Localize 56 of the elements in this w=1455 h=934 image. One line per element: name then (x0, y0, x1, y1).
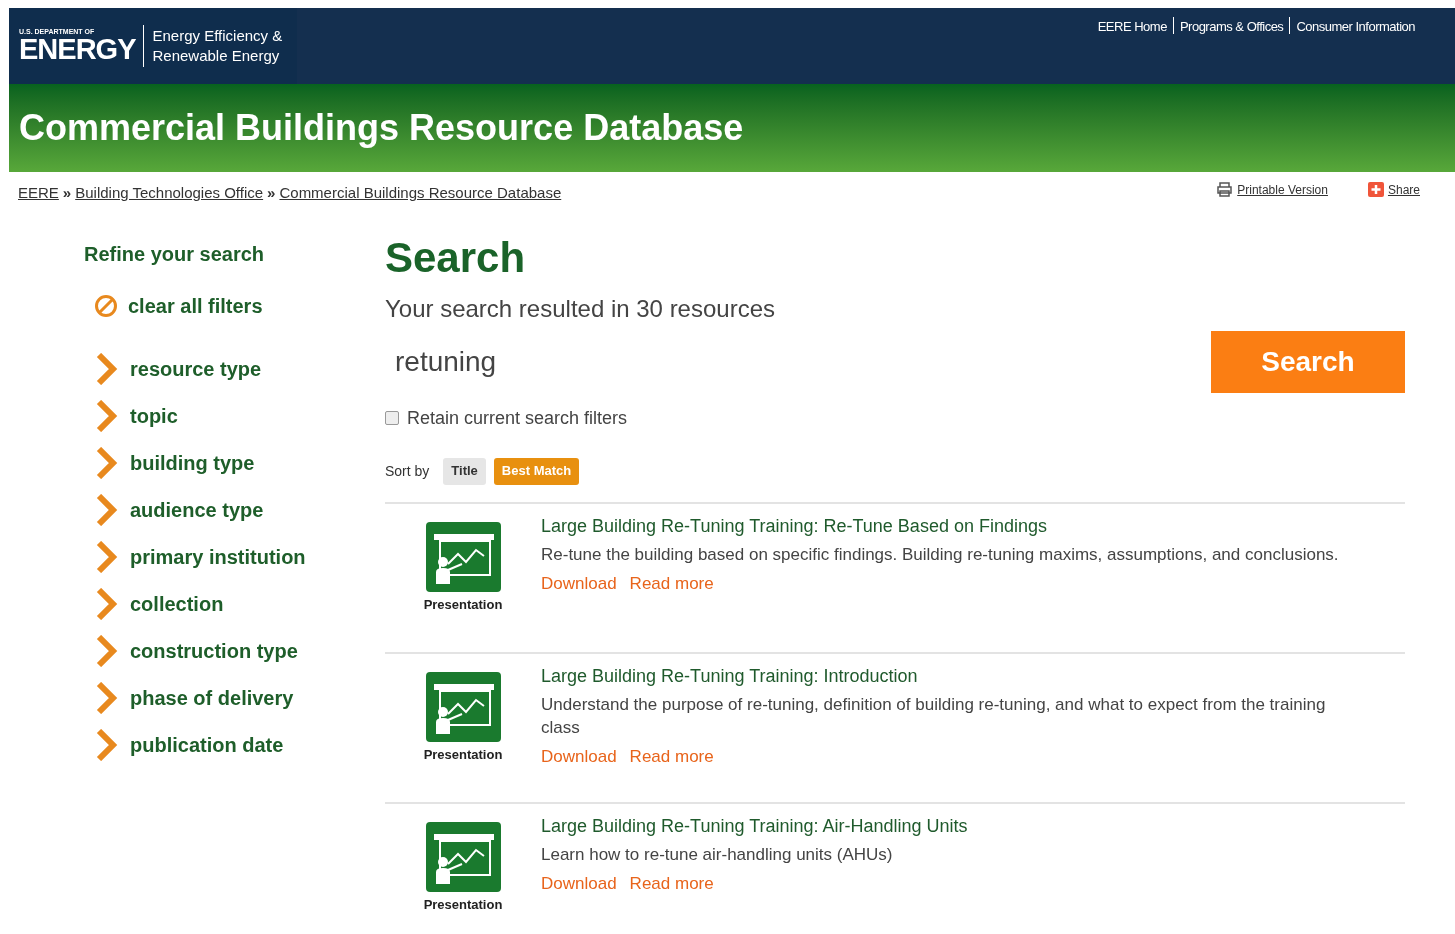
breadcrumb-separator: » (62, 183, 72, 203)
result-description: Re-tune the building based on specific findings. Building re-tuning maxims, assumptions, and conclusions. (541, 543, 1340, 566)
filter-link[interactable]: collection (130, 588, 224, 619)
resource-type-label: Presentation (423, 595, 503, 614)
filter-link[interactable]: building type (130, 447, 255, 478)
result-title[interactable]: Large Building Re-Tuning Training: Re-Tune Based on Findings (541, 513, 1365, 538)
filter-link[interactable]: publication date (130, 729, 284, 760)
breadcrumb-link[interactable]: Commercial Buildings Resource Database (279, 182, 562, 205)
agency-name: ENERGY (19, 35, 136, 64)
page-heading: Search (385, 232, 527, 283)
breadcrumb-link[interactable]: Building Technologies Office (75, 182, 264, 205)
result-title[interactable]: Large Building Re-Tuning Training: Introduction (541, 663, 1365, 688)
breadcrumb-link[interactable]: EERE (18, 182, 59, 205)
chevron-icon (96, 634, 118, 667)
chevron-icon (96, 446, 118, 479)
top-nav-link[interactable]: Consumer Information (1296, 17, 1415, 37)
filter-link[interactable]: audience type (130, 494, 264, 525)
checkbox[interactable] (385, 411, 399, 425)
chevron-icon (96, 540, 118, 573)
share-link[interactable]: Share (1387, 180, 1420, 199)
chevron-icon (96, 352, 118, 385)
top-nav-link[interactable]: EERE Home (1097, 17, 1167, 37)
result-description: Learn how to re-tune air-handling units (AHUs) (541, 843, 894, 866)
plus-icon (1367, 182, 1384, 198)
chevron-icon (96, 493, 118, 526)
search-field[interactable]: retuning (385, 340, 1085, 383)
result-summary: Your search resulted in 30 resources (385, 293, 776, 324)
sort-button[interactable]: Title (443, 457, 486, 485)
printer-icon (1216, 182, 1234, 198)
sidebar-title: Refine your search (84, 241, 266, 267)
banner-title: Commercial Buildings Resource Database (19, 106, 744, 150)
chevron-icon (96, 681, 118, 714)
breadcrumb-separator: » (267, 183, 276, 203)
filter-link[interactable]: resource type (130, 353, 262, 384)
top-nav-link[interactable]: Programs & Offices (1179, 17, 1284, 37)
filter-link[interactable]: phase of delivery (130, 682, 294, 713)
chevron-icon (96, 399, 118, 432)
checkbox-label: Retain current search filters (407, 406, 628, 430)
resource-type-label: Presentation (423, 895, 503, 914)
printable-version-link[interactable]: Printable Version (1237, 180, 1328, 199)
filter-link[interactable]: topic (130, 400, 178, 431)
presentation-icon (425, 671, 501, 742)
filter-link[interactable]: primary institution (130, 541, 306, 572)
chevron-icon (96, 728, 118, 761)
result-description: Understand the purpose of re-tuning, definition of building re-tuning, and what to expect from the training class (541, 693, 1327, 739)
presentation-icon (425, 521, 501, 592)
chevron-icon (96, 587, 118, 620)
sort-label: Sort by (385, 461, 430, 481)
clear-icon (94, 293, 118, 318)
result-title[interactable]: Large Building Re-Tuning Training: Air-Handling Units (541, 813, 1365, 838)
resource-type-label: Presentation (423, 745, 503, 764)
office-name: Energy Efficiency & (152, 26, 283, 46)
filter-link[interactable]: construction type (130, 635, 298, 666)
clear-filters-link[interactable]: clear all filters (128, 290, 263, 321)
presentation-icon (425, 821, 501, 892)
office-name: Renewable Energy (152, 46, 281, 66)
